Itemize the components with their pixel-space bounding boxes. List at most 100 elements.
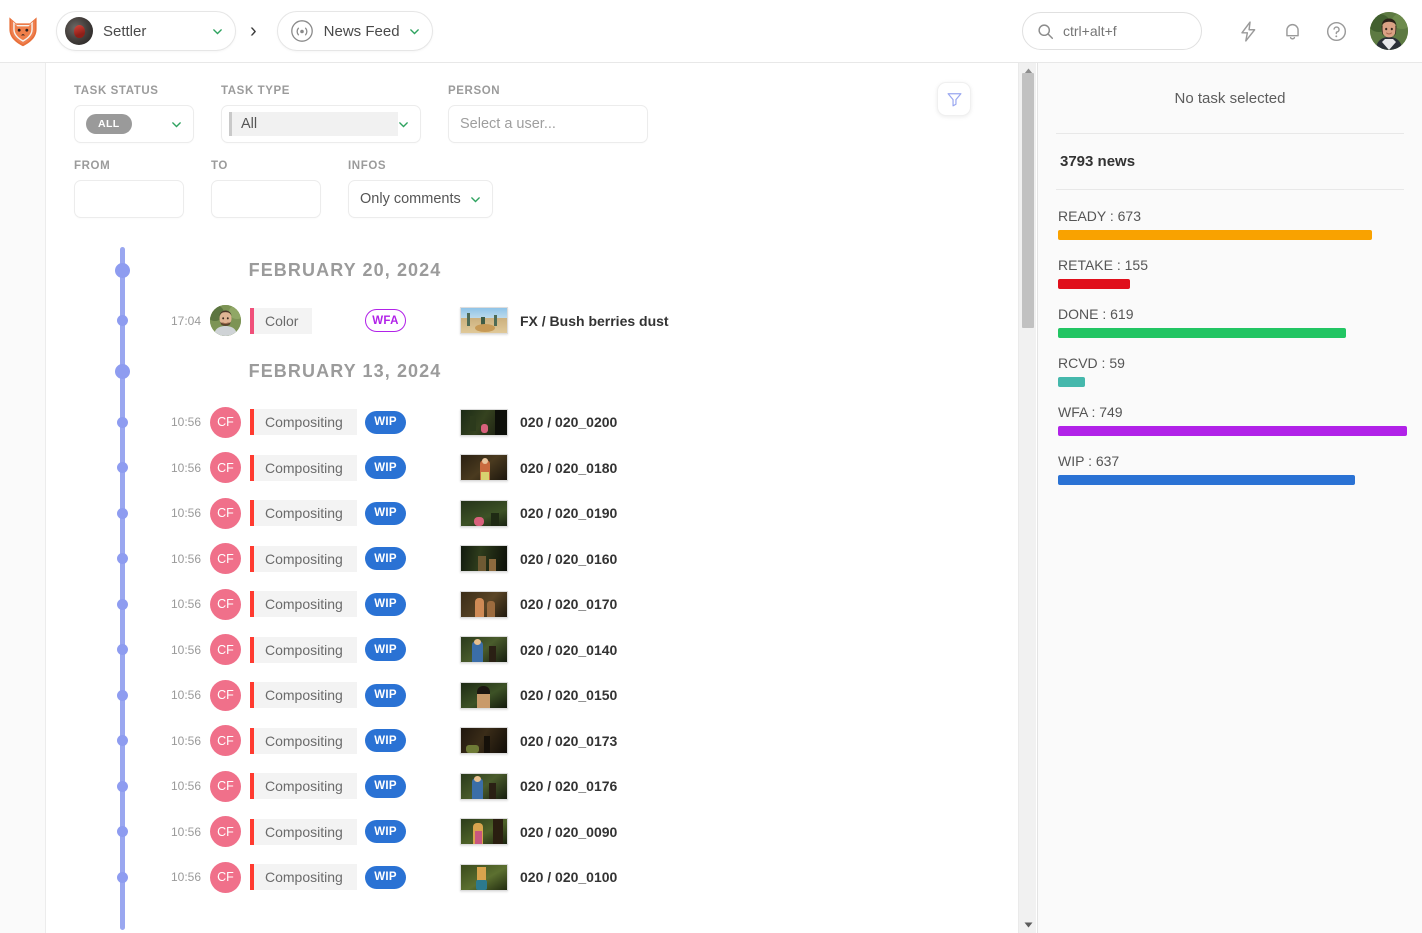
task-type-chip[interactable]: Compositing (250, 545, 357, 572)
news-feed-page: Settler › News Feed ctrl+alt+f TASK STAT… (0, 0, 1422, 933)
task-type-chip[interactable]: Compositing (250, 727, 357, 754)
task-type-color-bar (250, 454, 254, 481)
user-avatar[interactable] (1370, 12, 1408, 50)
entity-name: 020 / 020_0160 (520, 550, 618, 567)
help-button[interactable] (1316, 11, 1356, 51)
filter-to: TO (211, 160, 321, 218)
news-row[interactable]: 10:56 CF Compositing WIP 020 / 020_0190 (47, 491, 1018, 537)
task-type-chip[interactable]: Color (250, 307, 313, 334)
task-type-color-bar (250, 773, 254, 800)
author-avatar[interactable]: CF (210, 770, 241, 802)
left-rail (0, 63, 46, 933)
entity-name: 020 / 020_0180 (520, 459, 618, 476)
entity-link[interactable]: 020 / 020_0150 (460, 681, 617, 709)
author-avatar[interactable]: CF (210, 497, 241, 529)
entity-name: 020 / 020_0140 (520, 641, 618, 658)
entity-link[interactable]: 020 / 020_0173 (460, 727, 618, 755)
news-row[interactable]: 10:56 CF Compositing WIP 020 / 020_0200 (47, 400, 1018, 446)
news-row[interactable]: 10:56 CF Compositing WIP 020 / 020_0150 (47, 673, 1018, 719)
main-scrollbar[interactable] (1018, 63, 1036, 933)
news-row[interactable]: 10:56 CF Compositing WIP 020 / 020_0140 (47, 627, 1018, 673)
status-stat-wip: WIP : 637 (1058, 453, 1402, 485)
task-type-select[interactable]: All (221, 105, 421, 143)
author-avatar[interactable] (210, 305, 241, 337)
filter-from: FROM (74, 160, 184, 218)
entity-name: 020 / 020_0100 (520, 869, 618, 886)
news-time: 10:56 (170, 551, 201, 566)
author-avatar[interactable]: CF (210, 861, 241, 893)
task-type-chip[interactable]: Compositing (250, 500, 357, 527)
timeline-row-dot (117, 826, 128, 838)
search-box[interactable] (1022, 12, 1202, 50)
infos-select[interactable]: Only comments (348, 180, 493, 218)
news-row[interactable]: 10:56 CF Compositing WIP 020 / 020_0170 (47, 582, 1018, 628)
news-row[interactable]: 10:56 CF Compositing WIP 020 / 020_0173 (47, 718, 1018, 764)
task-status-select[interactable]: ALL (74, 105, 194, 143)
news-row[interactable]: 10:56 CF Compositing WIP 020 / 020_0100 (47, 855, 1018, 901)
to-date-input[interactable] (211, 180, 321, 218)
timeline-row-dot (117, 462, 128, 474)
timeline-row-dot (117, 507, 128, 519)
project-selector[interactable]: Settler (56, 11, 236, 51)
shortcuts-button[interactable] (1228, 11, 1268, 51)
task-type-chip[interactable]: Compositing (250, 818, 357, 845)
status-stat-label: READY : 673 (1058, 208, 1142, 224)
entity-link[interactable]: 020 / 020_0100 (460, 863, 618, 891)
task-type-chip[interactable]: Compositing (250, 636, 357, 663)
entity-link[interactable]: 020 / 020_0140 (460, 636, 618, 664)
author-avatar[interactable]: CF (210, 816, 241, 848)
author-avatar[interactable]: CF (210, 452, 241, 484)
task-type-chip[interactable]: Compositing (250, 409, 357, 436)
entity-name: 020 / 020_0176 (520, 778, 618, 795)
entity-link[interactable]: 020 / 020_0090 (460, 818, 617, 846)
entity-link[interactable]: 020 / 020_0200 (460, 408, 618, 436)
task-type-label: Color (265, 312, 299, 329)
scrollbar-thumb[interactable] (1022, 73, 1034, 328)
news-row[interactable]: 10:56 CF Compositing WIP 020 / 020_0176 (47, 764, 1018, 810)
status-badge: WIP (365, 683, 406, 707)
news-row[interactable]: 10:56 CF Compositing WIP 020 / 020_0160 (47, 536, 1018, 582)
timeline-row-dot (117, 598, 128, 610)
app-logo[interactable] (0, 0, 46, 63)
notifications-button[interactable] (1272, 11, 1312, 51)
news-row[interactable]: 17:04 Color WFA FX / Bush berries dust (47, 298, 1018, 344)
entity-name: FX / Bush berries dust (520, 312, 669, 329)
entity-name: 020 / 020_0200 (520, 414, 618, 431)
author-avatar[interactable]: CF (210, 406, 241, 438)
avatar-initials: CF (217, 642, 234, 657)
from-date-input[interactable] (74, 180, 184, 218)
section-selector[interactable]: News Feed (276, 11, 433, 51)
avatar-initials: CF (217, 733, 234, 748)
author-avatar[interactable]: CF (210, 543, 241, 575)
author-avatar[interactable]: CF (210, 634, 241, 666)
person-input[interactable]: Select a user... (448, 105, 648, 143)
entity-link[interactable]: 020 / 020_0180 (460, 454, 618, 482)
author-avatar[interactable]: CF (210, 725, 241, 757)
avatar-initials: CF (217, 688, 234, 703)
filter-toggle-button[interactable] (937, 82, 971, 116)
scrollbar-down-arrow[interactable] (1019, 917, 1037, 933)
avatar-initials: CF (217, 415, 234, 430)
status-badge: WIP (365, 865, 406, 889)
entity-link[interactable]: 020 / 020_0160 (460, 545, 618, 573)
task-type-chip[interactable]: Compositing (250, 864, 357, 891)
filter-label-infos: INFOS (348, 160, 387, 172)
task-type-chip[interactable]: Compositing (250, 454, 357, 481)
task-type-value: All (229, 112, 398, 136)
entity-link[interactable]: 020 / 020_0170 (460, 590, 617, 618)
filter-infos: INFOS Only comments (348, 160, 493, 218)
task-type-chip[interactable]: Compositing (250, 682, 357, 709)
task-type-label: Compositing (265, 459, 343, 476)
task-type-chip[interactable]: Compositing (250, 591, 357, 618)
entity-link[interactable]: FX / Bush berries dust (460, 307, 669, 335)
entity-link[interactable]: 020 / 020_0176 (460, 772, 618, 800)
task-type-chip[interactable]: Compositing (250, 773, 357, 800)
entity-name: 020 / 020_0173 (520, 732, 618, 749)
entity-link[interactable]: 020 / 020_0190 (460, 499, 617, 527)
top-bar: Settler › News Feed (0, 0, 1422, 63)
search-input[interactable] (1063, 23, 1183, 39)
author-avatar[interactable]: CF (210, 679, 241, 711)
news-row[interactable]: 10:56 CF Compositing WIP 020 / 020_0180 (47, 445, 1018, 491)
author-avatar[interactable]: CF (210, 588, 241, 620)
news-row[interactable]: 10:56 CF Compositing WIP 020 / 020_0090 (47, 809, 1018, 855)
